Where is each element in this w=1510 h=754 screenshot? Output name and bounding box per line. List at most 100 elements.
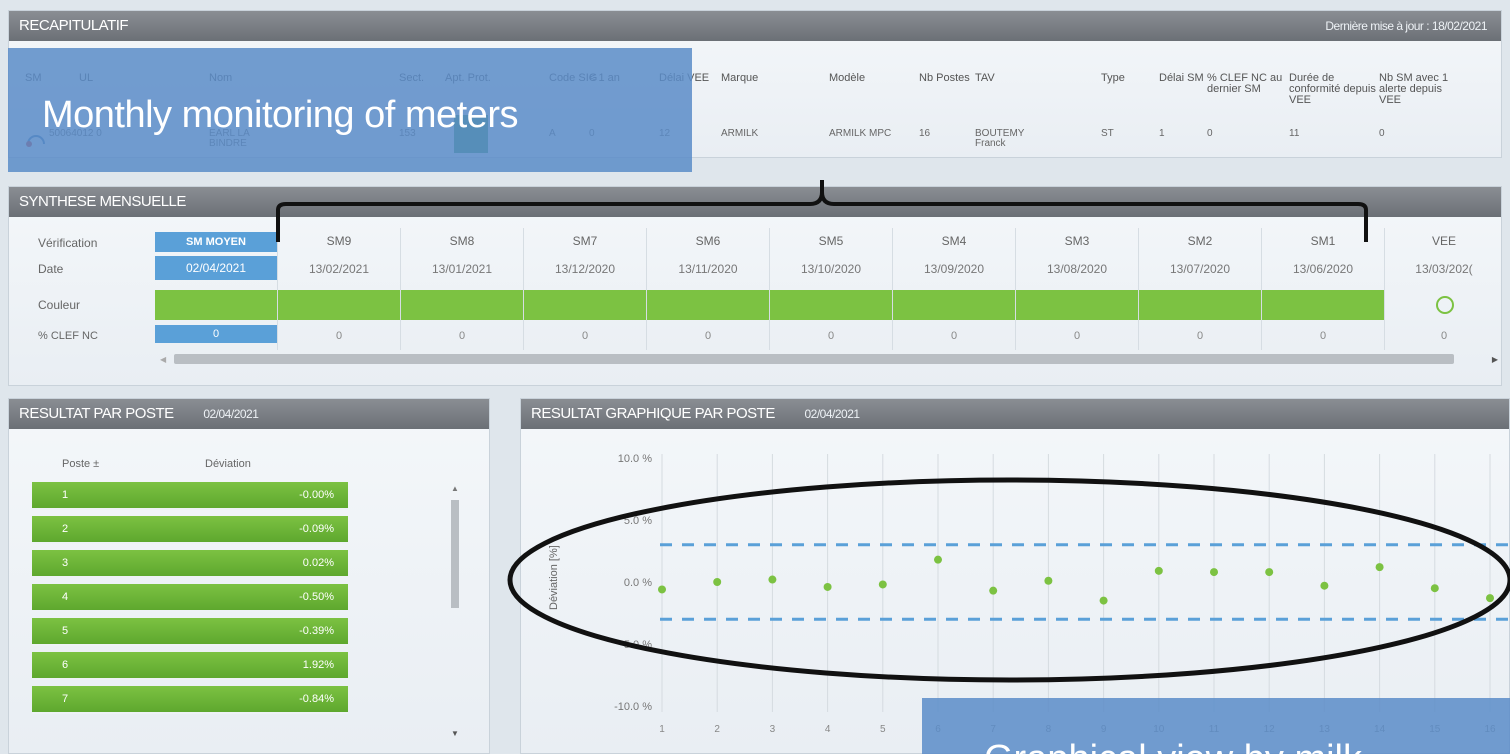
poste-number: 2: [62, 523, 69, 535]
poste-number: 6: [62, 659, 69, 671]
label-verification: Vérification: [38, 236, 98, 250]
poste-scroll-down[interactable]: ▼: [451, 729, 459, 738]
column-date: 13/02/2021: [308, 262, 370, 276]
recap-header-11: TAV: [975, 72, 995, 84]
label-date: Date: [38, 262, 64, 276]
overlay-bottom-text: Graphical view by milk: [984, 738, 1362, 754]
poste-row[interactable]: 7 -0.84%: [32, 686, 348, 714]
column-date: 13/10/2020: [800, 262, 862, 276]
x-tick-label: 2: [714, 724, 720, 735]
column-color-cell: [524, 290, 646, 320]
column-date: 13/12/2020: [554, 262, 616, 276]
synthese-column-0[interactable]: SM MOYEN 02/04/2021 0: [155, 228, 278, 350]
last-update: Dernière mise à jour : 18/02/2021: [1325, 19, 1487, 33]
column-pct: 0: [335, 330, 343, 342]
synthese-column-5[interactable]: SM5 13/10/2020 0: [770, 228, 893, 350]
vee-pct: 0: [1440, 330, 1448, 342]
poste-row[interactable]: 5 -0.39%: [32, 618, 348, 646]
column-pct: 0: [1319, 330, 1327, 342]
poste-number: 1: [62, 489, 69, 501]
overlay-monthly-monitoring: Monthly monitoring of meters: [8, 48, 692, 172]
column-pct: 0: [950, 330, 958, 342]
column-color-cell: [647, 290, 769, 320]
column-date: 13/06/2020: [1292, 262, 1354, 276]
poste-scrollbar[interactable]: ▲ ▼: [448, 484, 462, 738]
column-color-cell: [1262, 290, 1384, 320]
overlay-top-text: Monthly monitoring of meters: [42, 94, 518, 136]
column-label: SM MOYEN: [155, 232, 277, 252]
col-deviation-header: Déviation: [205, 458, 251, 470]
bracket-annotation: [276, 180, 1368, 242]
resultat-poste-header: RESULTAT PAR POSTE 02/04/2021: [9, 399, 489, 429]
x-tick-label: 1: [659, 724, 665, 735]
synthese-title: SYNTHESE MENSUELLE: [19, 193, 186, 210]
poste-row[interactable]: 4 -0.50%: [32, 584, 348, 612]
resultat-poste-date: 02/04/2021: [203, 407, 259, 421]
recap-value-14: 0: [1207, 128, 1213, 139]
graph-date: 02/04/2021: [804, 407, 861, 421]
poste-number: 7: [62, 693, 69, 705]
column-date: 02/04/2021: [155, 256, 277, 280]
synthese-column-4[interactable]: SM6 13/11/2020 0: [647, 228, 770, 350]
synthese-column-3[interactable]: SM7 13/12/2020 0: [524, 228, 647, 350]
poste-row[interactable]: 2 -0.09%: [32, 516, 348, 544]
recap-header-9: Modèle: [829, 72, 866, 84]
poste-row[interactable]: 1 -0.00%: [32, 482, 348, 510]
column-date: 13/01/2021: [431, 262, 493, 276]
column-color-cell: [401, 290, 523, 320]
recap-header-15: Durée de conformité depuis VEE: [1289, 72, 1376, 106]
synthese-column-8[interactable]: SM2 13/07/2020 0: [1139, 228, 1262, 350]
vee-label: VEE: [1431, 234, 1456, 248]
vee-status-icon: [1436, 296, 1454, 314]
x-tick-label: 5: [880, 724, 886, 735]
recap-header-8: Marque: [721, 72, 759, 84]
col-poste-header[interactable]: Poste ±: [62, 458, 99, 470]
column-pct: 0: [704, 330, 712, 342]
recap-value-9: ARMILK MPC: [829, 128, 892, 139]
poste-scroll-thumb[interactable]: [451, 500, 459, 608]
label-couleur: Couleur: [38, 298, 81, 312]
poste-row[interactable]: 3 0.02%: [32, 550, 348, 578]
poste-number: 5: [62, 625, 69, 637]
column-date: 13/09/2020: [923, 262, 985, 276]
poste-deviation: -0.84%: [299, 693, 334, 705]
recap-header: RECAPITULATIF Dernière mise à jour : 18/…: [9, 11, 1501, 41]
column-color-cell: [155, 290, 277, 320]
recap-value-15: 11: [1289, 128, 1300, 139]
synthese-column-7[interactable]: SM3 13/08/2020 0: [1016, 228, 1139, 350]
column-date: 13/07/2020: [1169, 262, 1231, 276]
synthese-column-6[interactable]: SM4 13/09/2020 0: [893, 228, 1016, 350]
recap-header-14: % CLEF NC au dernier SM: [1207, 72, 1283, 95]
resultat-poste-title: RESULTAT PAR POSTE: [19, 405, 174, 422]
poste-deviation: 1.92%: [302, 659, 334, 671]
recap-value-8: ARMILK: [721, 128, 759, 139]
recap-header-16: Nb SM avec 1 alerte depuis VEE: [1379, 72, 1449, 106]
scroll-thumb[interactable]: [174, 354, 1454, 364]
poste-deviation: -0.39%: [299, 625, 334, 637]
vee-date: 13/03/202(: [1415, 262, 1473, 276]
column-date: 13/11/2020: [678, 262, 738, 276]
synthese-column-1[interactable]: SM9 13/02/2021 0: [278, 228, 401, 350]
label-clef-nc: % CLEF NC: [38, 330, 98, 342]
ellipse-annotation: [507, 477, 1510, 683]
scroll-right-arrow[interactable]: ▶: [1492, 355, 1498, 364]
column-color-cell: [770, 290, 892, 320]
scroll-left-arrow[interactable]: ◀: [160, 355, 166, 364]
poste-number: 4: [62, 591, 69, 603]
synthese-column-2[interactable]: SM8 13/01/2021 0: [401, 228, 524, 350]
graph-header: RESULTAT GRAPHIQUE PAR POSTE 02/04/2021: [521, 399, 1509, 429]
vee-column[interactable]: VEE 13/03/202( 0: [1386, 228, 1502, 350]
column-date: 13/08/2020: [1046, 262, 1108, 276]
poste-number: 3: [62, 557, 69, 569]
poste-row[interactable]: 6 1.92%: [32, 652, 348, 680]
column-pct: 0: [827, 330, 835, 342]
column-color-cell: [893, 290, 1015, 320]
poste-deviation: -0.09%: [299, 523, 334, 535]
poste-scroll-up[interactable]: ▲: [451, 484, 459, 493]
column-pct: 0: [155, 325, 277, 343]
column-color-cell: [1139, 290, 1261, 320]
x-tick-label: 3: [770, 724, 776, 735]
synthese-scrollbar[interactable]: ◀ ▶: [160, 352, 1498, 366]
column-pct: 0: [1196, 330, 1204, 342]
synthese-column-9[interactable]: SM1 13/06/2020 0: [1262, 228, 1385, 350]
